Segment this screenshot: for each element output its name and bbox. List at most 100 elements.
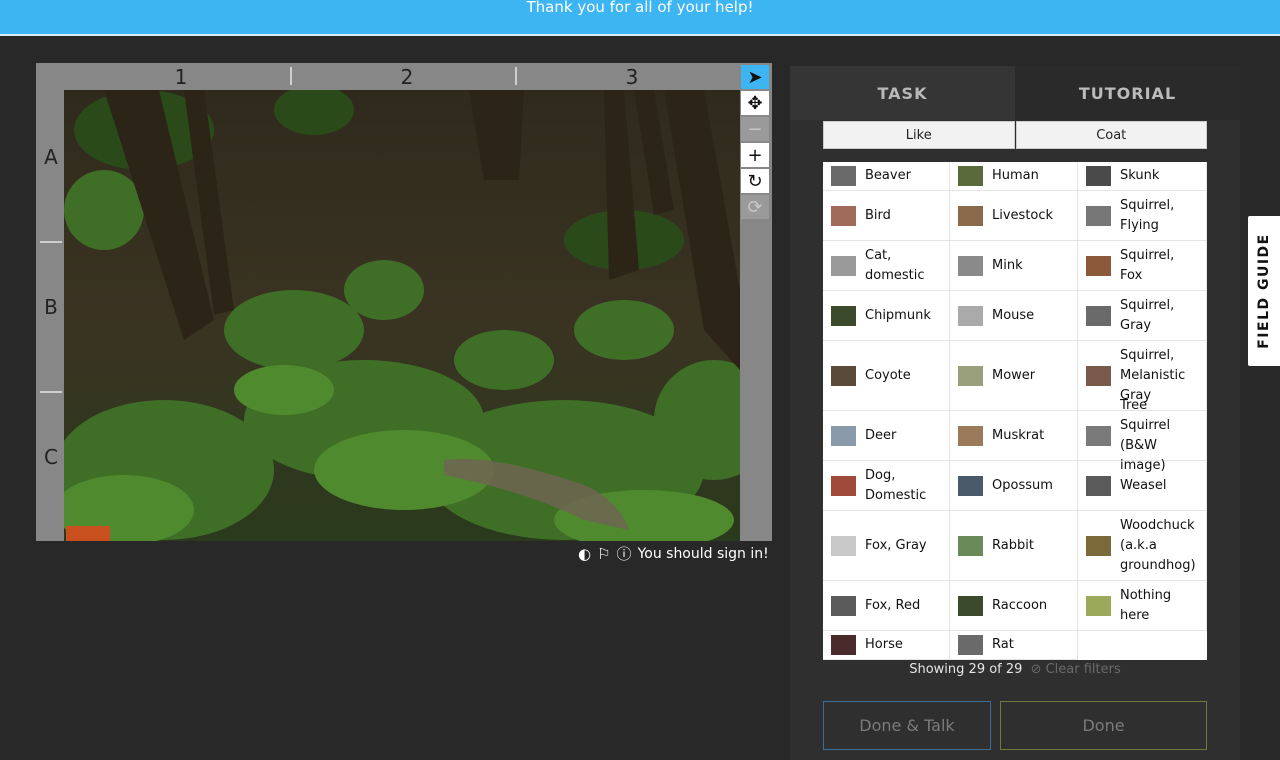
thank-you-banner: Thank you for all of your help!: [0, 0, 1280, 36]
species-option[interactable]: Coyote: [823, 341, 950, 411]
done-button[interactable]: Done: [1000, 701, 1207, 750]
species-label: Livestock: [992, 207, 1054, 223]
banner-text: Thank you for all of your help!: [526, 0, 754, 16]
grid-column-label: 3: [625, 65, 639, 89]
clear-filters-link[interactable]: ⊘ Clear filters: [1031, 662, 1121, 677]
sign-in-notice[interactable]: You should sign in!: [638, 546, 769, 562]
species-label: Mink: [992, 257, 1023, 273]
species-thumbnail: [1086, 425, 1111, 446]
species-label: Cat, domestic: [865, 247, 925, 283]
species-label: Nothing here: [1120, 587, 1172, 623]
species-label: Opossum: [992, 477, 1053, 493]
species-option[interactable]: Opossum: [950, 461, 1078, 511]
species-option[interactable]: Deer: [823, 411, 950, 461]
pointer-tool-button[interactable]: ➤: [741, 65, 769, 89]
grid-row-label: A: [44, 145, 58, 169]
flag-icon[interactable]: ⚐: [597, 545, 610, 563]
showing-count: Showing 29 of 29: [909, 662, 1023, 677]
grid-row-label: B: [44, 295, 58, 319]
filter-coat-button[interactable]: Coat: [1015, 121, 1207, 149]
species-label: Beaver: [865, 168, 911, 183]
species-option[interactable]: Woodchuck (a.k.a groundhog): [1078, 511, 1207, 581]
species-option[interactable]: Cat, domestic: [823, 241, 950, 291]
rotate-icon: ↻: [747, 170, 763, 192]
species-thumbnail: [958, 635, 983, 655]
species-option[interactable]: Human: [950, 162, 1078, 191]
done-and-talk-button[interactable]: Done & Talk: [823, 701, 991, 750]
species-thumbnail: [1086, 475, 1111, 496]
species-label: Human: [992, 168, 1039, 183]
species-label: Woodchuck (a.k.a groundhog): [1120, 517, 1196, 573]
zoom-in-button[interactable]: +: [741, 143, 769, 167]
species-option[interactable]: Skunk: [1078, 162, 1207, 191]
species-option[interactable]: Chipmunk: [823, 291, 950, 341]
species-label: Squirrel, Flying: [1120, 197, 1175, 233]
move-icon: ✥: [747, 92, 763, 114]
grid-column-divider: [290, 67, 292, 85]
species-thumbnail: [1086, 205, 1111, 226]
info-icon[interactable]: ⓘ: [617, 543, 632, 564]
filter-like-button[interactable]: Like: [823, 121, 1015, 149]
rotate-button[interactable]: ↻: [741, 169, 769, 193]
grid-row-label: C: [44, 445, 58, 469]
zoom-out-button[interactable]: −: [741, 117, 769, 141]
species-option[interactable]: Dog, Domestic: [823, 461, 950, 511]
species-option[interactable]: Mower: [950, 341, 1078, 411]
species-label: Bird: [865, 207, 891, 223]
species-option[interactable]: Muskrat: [950, 411, 1078, 461]
species-thumbnail: [1086, 365, 1111, 386]
camera-trap-photo[interactable]: [64, 90, 740, 541]
species-grid: Beaver Human Skunk Bird Livestock Squirrel, F…: [823, 162, 1207, 660]
species-thumbnail: [1086, 305, 1111, 326]
species-thumbnail: [958, 305, 983, 326]
move-tool-button[interactable]: ✥: [741, 91, 769, 115]
species-option[interactable]: Beaver: [823, 162, 950, 191]
species-label: Squirrel, Gray: [1120, 297, 1175, 333]
species-label: Raccoon: [992, 597, 1048, 613]
species-thumbnail: [831, 475, 856, 496]
species-option[interactable]: Squirrel, Gray: [1078, 291, 1207, 341]
species-thumbnail: [1086, 255, 1111, 276]
species-thumbnail: [831, 595, 856, 616]
species-option[interactable]: Fox, Gray: [823, 511, 950, 581]
species-option[interactable]: Mouse: [950, 291, 1078, 341]
tab-tutorial[interactable]: TUTORIAL: [1015, 66, 1240, 120]
viewer-toolbar: ➤ ✥ − + ↻ ⟳: [741, 65, 769, 221]
reset-icon: ⟳: [747, 196, 763, 218]
tab-task[interactable]: TASK: [790, 66, 1015, 120]
species-option[interactable]: Bird: [823, 191, 950, 241]
field-guide-tab[interactable]: FIELD GUIDE: [1248, 216, 1280, 366]
grid-column-label: 2: [400, 65, 414, 89]
species-thumbnail: [1086, 166, 1111, 186]
species-label: Skunk: [1120, 168, 1160, 183]
species-option[interactable]: Squirrel, Fox: [1078, 241, 1207, 291]
species-option[interactable]: Rat: [950, 631, 1078, 660]
species-label: Chipmunk: [865, 307, 931, 323]
clear-filters-label: Clear filters: [1045, 662, 1121, 677]
species-option[interactable]: Weasel: [1078, 461, 1207, 511]
species-label: Horse: [865, 637, 903, 652]
contrast-icon[interactable]: ◐: [578, 545, 591, 563]
species-option[interactable]: Horse: [823, 631, 950, 660]
species-label: Mower: [992, 367, 1036, 383]
reset-button[interactable]: ⟳: [741, 195, 769, 219]
species-option[interactable]: Fox, Red: [823, 581, 950, 631]
species-option[interactable]: Mink: [950, 241, 1078, 291]
species-thumbnail: [958, 166, 983, 186]
species-thumbnail: [958, 595, 983, 616]
field-guide-label: FIELD GUIDE: [1256, 233, 1273, 349]
species-label: Rat: [992, 637, 1014, 652]
species-label: Fox, Gray: [865, 537, 927, 553]
species-thumbnail: [831, 425, 856, 446]
species-option[interactable]: Raccoon: [950, 581, 1078, 631]
grid-column-label: 1: [174, 65, 188, 89]
subject-viewer: 1 2 3 A B C ➤ ✥ − + ↻ ⟳: [36, 63, 772, 541]
species-label: Dog, Domestic: [865, 467, 927, 503]
species-option[interactable]: Tree Squirrel (B&W image): [1078, 398, 1207, 473]
species-label: Rabbit: [992, 537, 1034, 553]
grid-column-divider: [515, 67, 517, 85]
species-option[interactable]: Nothing here: [1078, 581, 1207, 631]
species-option[interactable]: Squirrel, Flying: [1078, 191, 1207, 241]
species-option[interactable]: Rabbit: [950, 511, 1078, 581]
species-option[interactable]: Livestock: [950, 191, 1078, 241]
